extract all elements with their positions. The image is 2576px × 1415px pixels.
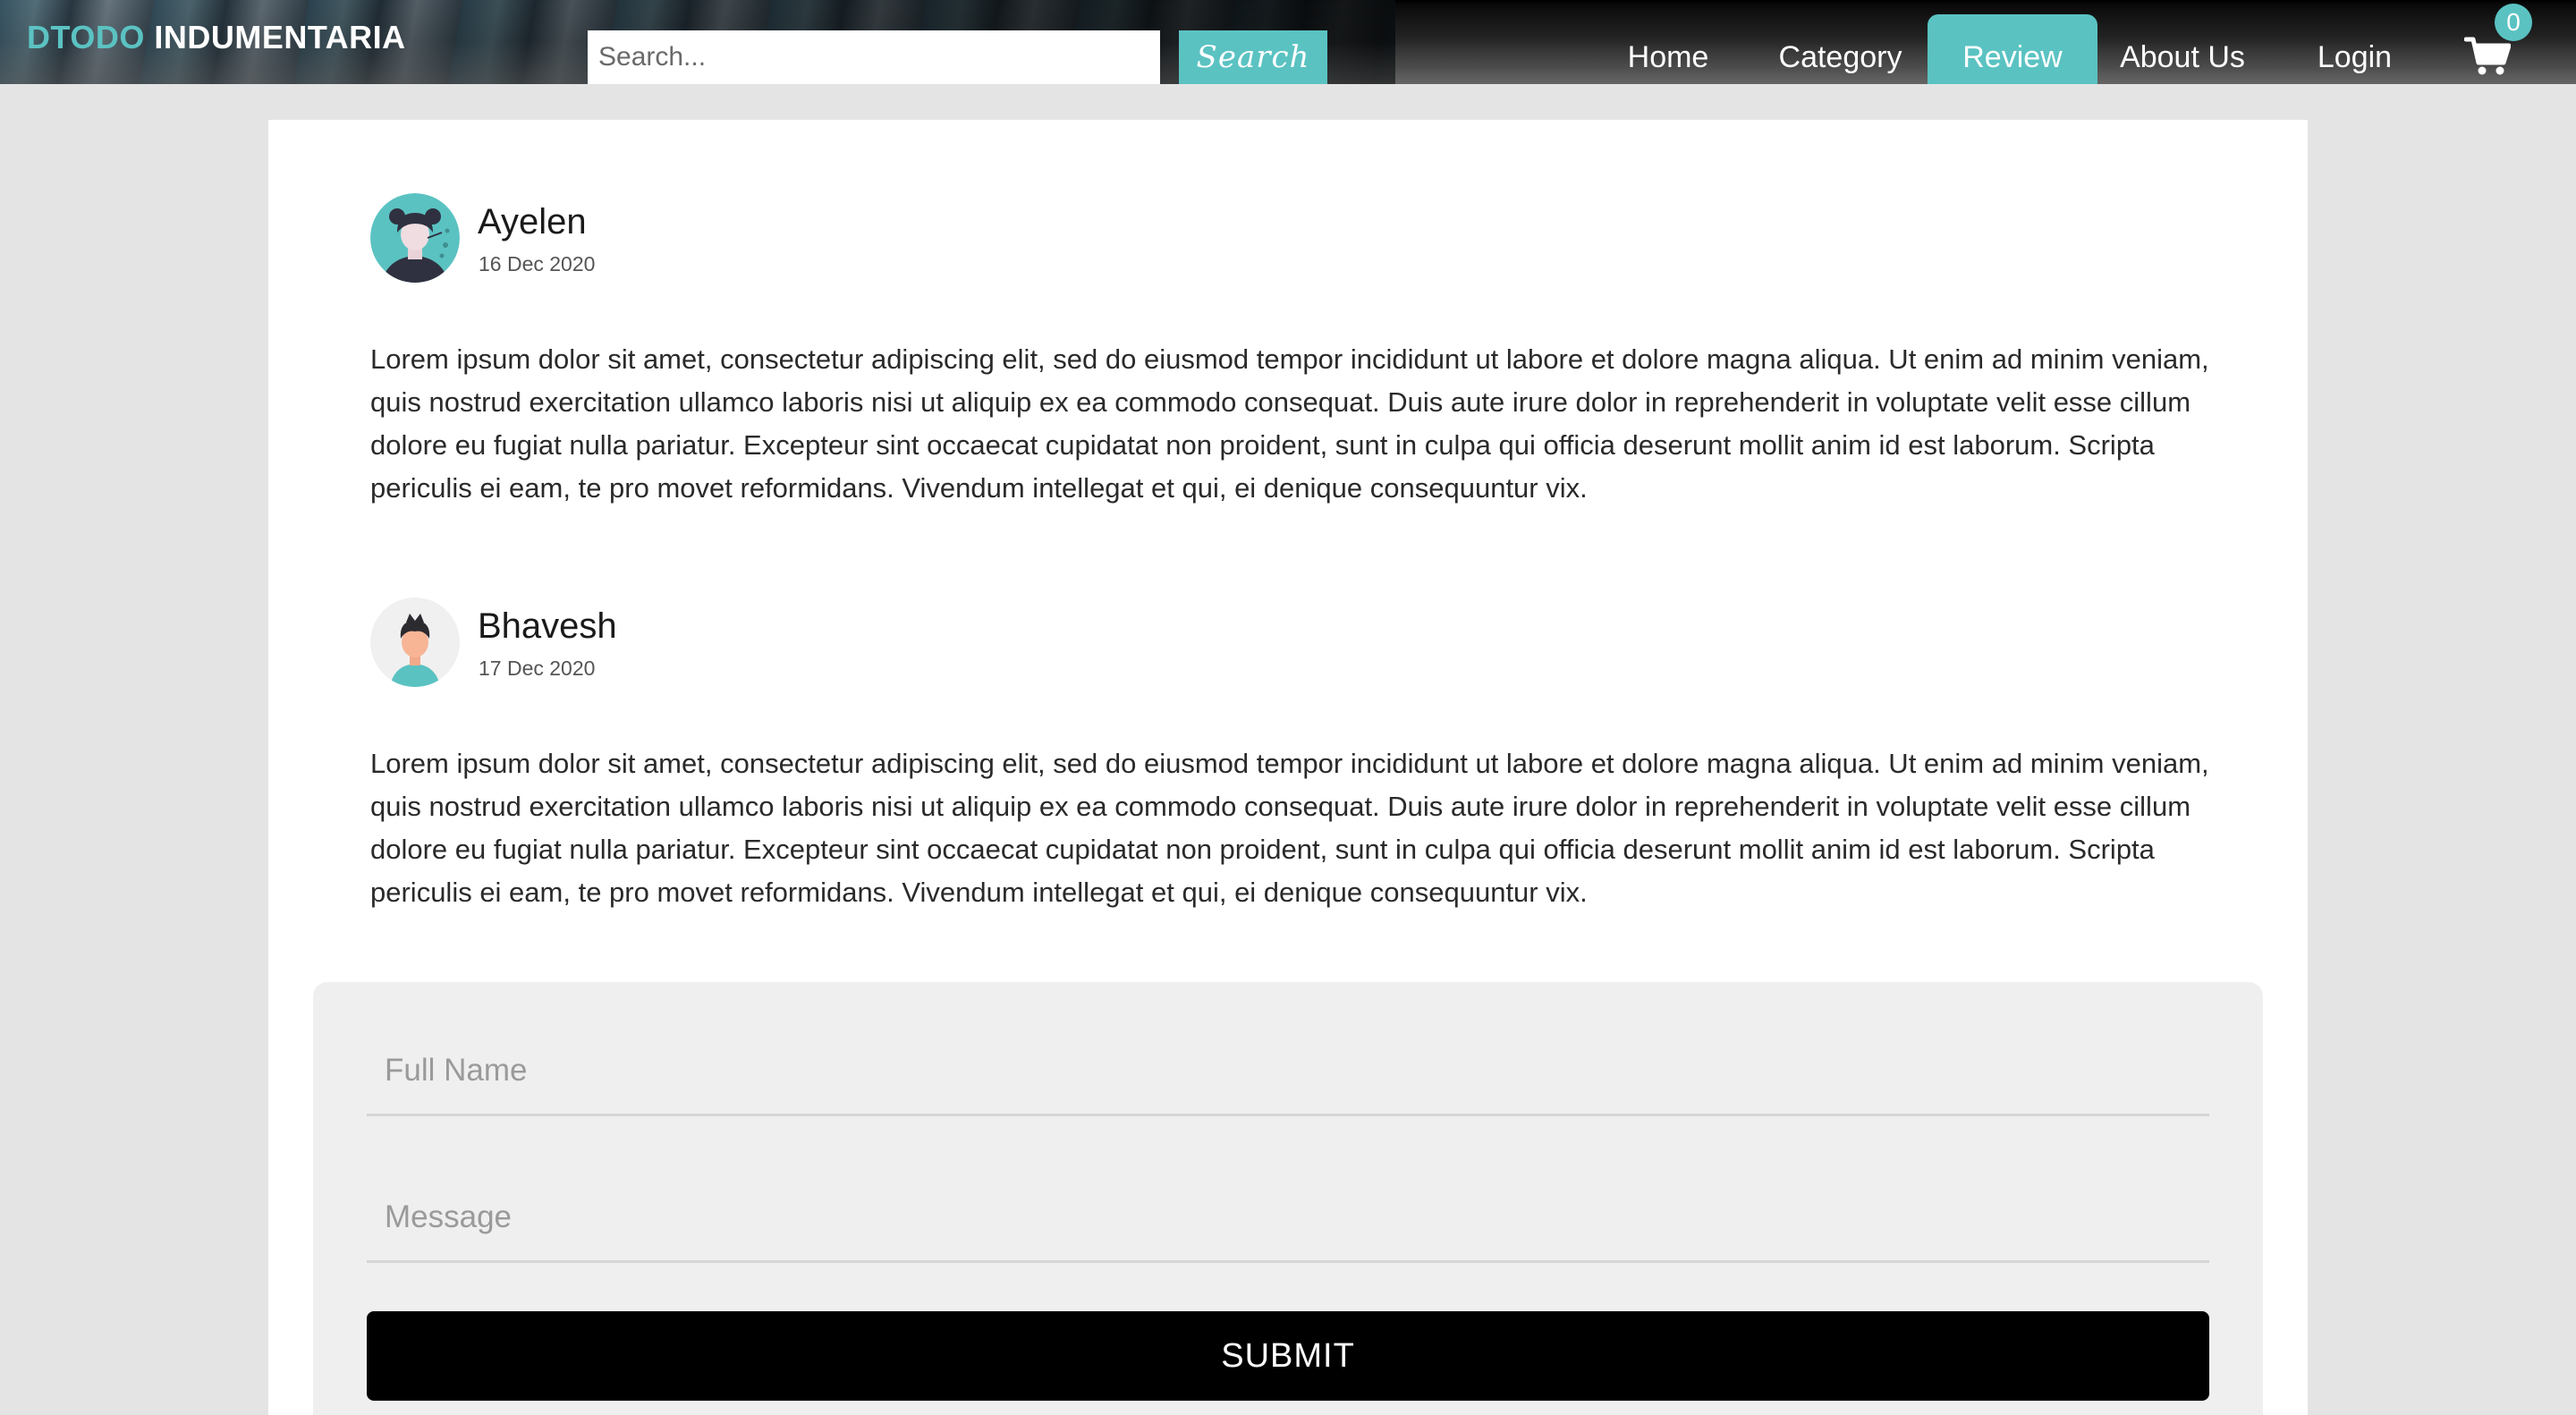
brand-accent-text: DTODO	[27, 19, 145, 55]
review-date: 17 Dec 2020	[479, 657, 596, 680]
shopping-cart-icon[interactable]	[2463, 36, 2512, 77]
review-text: Lorem ipsum dolor sit amet, consectetur …	[370, 748, 2209, 908]
full-name-input[interactable]	[367, 1027, 2209, 1116]
message-input[interactable]	[367, 1174, 2209, 1263]
nav-home[interactable]: Home	[1610, 14, 1726, 84]
submit-button[interactable]: SUBMIT	[367, 1311, 2209, 1401]
male-avatar-icon	[370, 597, 460, 687]
search-input[interactable]	[588, 30, 1160, 84]
brand-main-text: INDUMENTARIA	[154, 19, 406, 55]
search-button[interactable]: Search	[1179, 30, 1327, 84]
brand-logo[interactable]: DTODO INDUMENTARIA	[27, 18, 406, 57]
nav-review[interactable]: Review	[1928, 14, 2097, 84]
female-avatar-icon	[370, 193, 460, 283]
cart-count-badge: 0	[2495, 4, 2532, 41]
nav-category[interactable]: Category	[1767, 14, 1914, 84]
review-text: Lorem ipsum dolor sit amet, consectetur …	[370, 343, 2209, 504]
nav-login[interactable]: Login	[2303, 14, 2406, 84]
nav-about-us[interactable]: About Us	[2111, 14, 2254, 84]
reviewer-name: Ayelen	[478, 202, 587, 241]
review-date: 16 Dec 2020	[479, 252, 596, 275]
reviews-card: Ayelen 16 Dec 2020 Lorem ipsum dolor sit…	[268, 120, 2308, 1415]
navbar: DTODO INDUMENTARIA Search Home Category …	[0, 0, 2576, 84]
reviewer-name: Bhavesh	[478, 606, 617, 646]
review-form: SUBMIT	[313, 982, 2263, 1415]
